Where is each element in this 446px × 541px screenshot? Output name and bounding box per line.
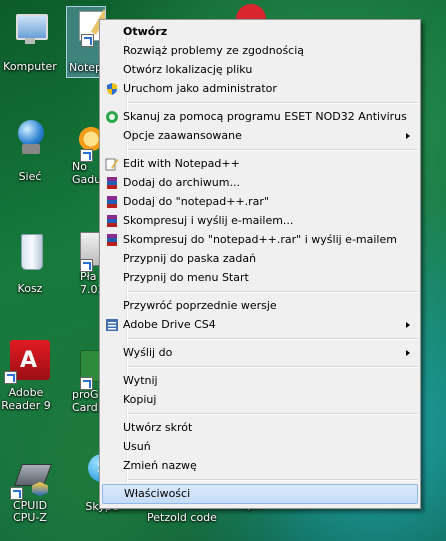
menu-separator bbox=[128, 338, 418, 340]
label-line: CardM bbox=[72, 401, 102, 414]
menu-item-compress-and-email[interactable]: Skompresuj i wyślij e-mailem... bbox=[102, 211, 418, 231]
document-icon bbox=[72, 230, 102, 272]
menu-item-edit-notepadpp[interactable]: Edit with Notepad++ bbox=[102, 154, 418, 174]
winrar-icon bbox=[105, 195, 119, 209]
shortcut-arrow-icon bbox=[80, 149, 93, 162]
recycle-bin-icon bbox=[10, 232, 50, 272]
submenu-arrow-icon bbox=[406, 322, 410, 328]
menu-item-compress-rar-and-email[interactable]: Skompresuj do "notepad++.rar" i wyślij e… bbox=[102, 230, 418, 250]
network-globe-icon bbox=[10, 118, 50, 158]
adobe-drive-icon bbox=[105, 318, 119, 332]
menu-item-delete[interactable]: Usuń bbox=[102, 437, 418, 457]
sunflower-icon bbox=[72, 120, 102, 162]
menu-item-adobe-drive[interactable]: Adobe Drive CS4 bbox=[102, 315, 418, 335]
shortcut-arrow-icon bbox=[10, 487, 23, 500]
menu-item-label: Właściwości bbox=[124, 487, 191, 500]
menu-item-label: Zmień nazwę bbox=[123, 459, 197, 472]
menu-item-label: Wytnij bbox=[123, 374, 158, 387]
menu-separator bbox=[128, 413, 418, 415]
desktop-icon-label: Kosz bbox=[17, 282, 43, 295]
menu-item-label: Skanuj za pomocą programu ESET NOD32 Ant… bbox=[123, 110, 407, 123]
menu-item-label: Przypnij do paska zadań bbox=[123, 252, 257, 265]
menu-item-cut[interactable]: Wytnij bbox=[102, 371, 418, 391]
menu-item-label: Skompresuj do "notepad++.rar" i wyślij e… bbox=[123, 233, 397, 246]
menu-item-label: Otwórz bbox=[123, 25, 168, 38]
menu-item-open[interactable]: Otwórz bbox=[102, 22, 418, 42]
menu-item-label: Przywróć poprzednie wersje bbox=[123, 299, 277, 312]
menu-item-rename[interactable]: Zmień nazwę bbox=[102, 456, 418, 476]
context-menu: Otwórz Rozwiąż problemy ze zgodnością Ot… bbox=[99, 19, 421, 509]
winrar-icon bbox=[105, 214, 119, 228]
menu-item-label: Utwórz skrót bbox=[123, 421, 193, 434]
winrar-icon bbox=[105, 233, 119, 247]
menu-separator bbox=[128, 479, 418, 481]
desktop-icon-siec[interactable]: Sieć bbox=[0, 118, 62, 183]
menu-item-label: Uruchom jako administrator bbox=[123, 82, 277, 95]
menu-item-create-shortcut[interactable]: Utwórz skrót bbox=[102, 418, 418, 438]
shortcut-arrow-icon bbox=[80, 259, 93, 272]
menu-item-properties[interactable]: Właściwości bbox=[102, 484, 418, 504]
shortcut-arrow-icon bbox=[4, 371, 17, 384]
menu-item-copy[interactable]: Kopiuj bbox=[102, 390, 418, 410]
menu-item-label: Kopiuj bbox=[123, 393, 157, 406]
menu-item-add-to-rar[interactable]: Dodaj do "notepad++.rar" bbox=[102, 192, 418, 212]
menu-item-label: Dodaj do "notepad++.rar" bbox=[123, 195, 270, 208]
notepadpp-icon bbox=[105, 157, 119, 171]
submenu-arrow-icon bbox=[406, 350, 410, 356]
menu-item-open-file-location[interactable]: Otwórz lokalizację pliku bbox=[102, 60, 418, 80]
desktop-icon-adobe-reader[interactable]: A Adobe Reader 9 bbox=[0, 340, 58, 412]
menu-item-label: Przypnij do menu Start bbox=[123, 271, 249, 284]
partial-desktop-icon bbox=[236, 4, 266, 20]
menu-item-advanced-options[interactable]: Opcje zaawansowane bbox=[102, 126, 418, 146]
label-line: Gadu bbox=[72, 173, 102, 186]
menu-item-troubleshoot-compatibility[interactable]: Rozwiąż problemy ze zgodnością bbox=[102, 41, 418, 61]
menu-separator bbox=[128, 149, 418, 151]
shortcut-arrow-icon bbox=[80, 377, 93, 390]
desktop-icon-procardmanager[interactable]: proG CardM bbox=[66, 348, 102, 414]
winrar-icon bbox=[105, 176, 119, 190]
shortcut-arrow-icon bbox=[81, 34, 94, 47]
label-line: Petzold code bbox=[147, 511, 217, 524]
menu-item-label: Wyślij do bbox=[123, 346, 173, 359]
desktop-icon-label: No Gadu bbox=[66, 160, 102, 186]
eset-icon bbox=[105, 110, 119, 124]
menu-item-add-to-archive[interactable]: Dodaj do archiwum... bbox=[102, 173, 418, 193]
desktop-icon-cpuz[interactable]: CPUID CPU-Z bbox=[0, 458, 62, 524]
desktop-icon-label: CPUID CPU-Z bbox=[0, 500, 62, 524]
uac-shield-icon bbox=[105, 82, 119, 96]
menu-separator bbox=[128, 102, 418, 104]
menu-item-run-as-admin[interactable]: Uruchom jako administrator bbox=[102, 79, 418, 99]
desktop-icon-label: Komputer bbox=[3, 60, 57, 73]
menu-item-send-to[interactable]: Wyślij do bbox=[102, 343, 418, 363]
menu-item-label: Usuń bbox=[123, 440, 151, 453]
desktop-icon-label: proG CardM bbox=[66, 388, 102, 414]
menu-item-label: Opcje zaawansowane bbox=[123, 129, 242, 142]
cpu-chip-icon bbox=[10, 458, 53, 500]
menu-separator bbox=[128, 366, 418, 368]
menu-item-label: Otwórz lokalizację pliku bbox=[123, 63, 253, 76]
menu-item-pin-to-taskbar[interactable]: Przypnij do paska zadań bbox=[102, 249, 418, 269]
menu-item-label: Edit with Notepad++ bbox=[123, 157, 240, 170]
desktop-icon-label: Pła 7.03 bbox=[66, 270, 102, 296]
desktop-icon-label: Sieć bbox=[18, 170, 42, 183]
computer-icon bbox=[10, 10, 50, 50]
label-line: CPU-Z bbox=[13, 511, 47, 524]
menu-item-eset-scan[interactable]: Skanuj za pomocą programu ESET NOD32 Ant… bbox=[102, 107, 418, 127]
desktop-icon-label: Adobe Reader 9 bbox=[1, 386, 51, 412]
menu-item-label: Rozwiąż problemy ze zgodnością bbox=[123, 44, 305, 57]
menu-item-label: Adobe Drive CS4 bbox=[123, 318, 216, 331]
desktop-icon-kosz[interactable]: Kosz bbox=[0, 232, 62, 295]
submenu-arrow-icon bbox=[406, 133, 410, 139]
desktop-icon-komputer[interactable]: Komputer bbox=[0, 10, 62, 73]
card-manager-icon bbox=[72, 348, 102, 390]
menu-item-pin-to-start[interactable]: Przypnij do menu Start bbox=[102, 268, 418, 288]
adobe-reader-icon: A bbox=[4, 340, 50, 384]
menu-item-label: Skompresuj i wyślij e-mailem... bbox=[123, 214, 294, 227]
menu-item-label: Dodaj do archiwum... bbox=[123, 176, 240, 189]
menu-item-restore-previous-versions[interactable]: Przywróć poprzednie wersje bbox=[102, 296, 418, 316]
desktop-icon-platnik[interactable]: Pła 7.03 bbox=[66, 230, 102, 296]
menu-separator bbox=[128, 291, 418, 293]
desktop-icon-nowe-gadu[interactable]: No Gadu bbox=[66, 120, 102, 186]
